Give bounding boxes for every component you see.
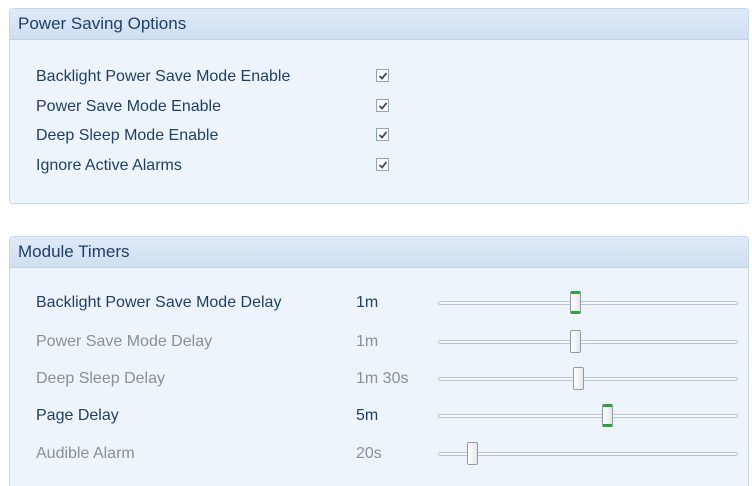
option-row-backlight-power-save: Backlight Power Save Mode Enable <box>10 66 748 90</box>
timer-value: 20s <box>356 445 382 462</box>
timer-value: 1m 30s <box>356 370 409 387</box>
checkmark-icon <box>378 102 388 110</box>
timer-label: Page Delay <box>36 407 119 424</box>
timer-row-backlight-power-save-delay: Backlight Power Save Mode Delay 1m <box>10 291 748 316</box>
slider-thumb[interactable] <box>569 291 581 314</box>
option-label: Deep Sleep Mode Enable <box>36 127 219 144</box>
power-save-checkbox[interactable] <box>376 99 389 112</box>
option-row-power-save: Power Save Mode Enable <box>10 96 748 120</box>
timer-row-deep-sleep-delay: Deep Sleep Delay 1m 30s <box>10 367 748 392</box>
power-saving-options-header: Power Saving Options <box>10 9 748 40</box>
slider-thumb[interactable] <box>602 404 614 427</box>
timer-row-power-save-delay: Power Save Mode Delay 1m <box>10 330 748 355</box>
timer-label: Backlight Power Save Mode Delay <box>36 294 282 311</box>
power-save-delay-slider[interactable] <box>438 330 738 353</box>
option-row-ignore-active-alarms: Ignore Active Alarms <box>10 155 748 179</box>
timer-value: 5m <box>356 407 379 424</box>
backlight-power-save-checkbox[interactable] <box>376 69 389 82</box>
checkmark-icon <box>378 131 388 139</box>
timer-row-audible-alarm: Audible Alarm 20s <box>10 442 748 467</box>
option-label: Backlight Power Save Mode Enable <box>36 68 291 85</box>
timer-value: 1m <box>356 333 379 350</box>
checkmark-icon <box>378 72 388 80</box>
module-timers-panel: Module Timers Backlight Power Save Mode … <box>9 236 749 486</box>
ignore-active-alarms-checkbox[interactable] <box>376 158 389 171</box>
option-label: Power Save Mode Enable <box>36 98 221 115</box>
slider-thumb[interactable] <box>466 442 478 465</box>
option-label: Ignore Active Alarms <box>36 157 182 174</box>
checkmark-icon <box>378 161 388 169</box>
backlight-power-save-delay-slider[interactable] <box>438 291 738 314</box>
timer-value: 1m <box>356 294 379 311</box>
audible-alarm-slider[interactable] <box>438 442 738 465</box>
timer-label: Power Save Mode Delay <box>36 333 213 350</box>
slider-thumb[interactable] <box>572 367 584 390</box>
timer-label: Deep Sleep Delay <box>36 370 165 387</box>
module-timers-header: Module Timers <box>10 237 748 268</box>
deep-sleep-checkbox[interactable] <box>376 128 389 141</box>
timer-label: Audible Alarm <box>36 445 135 462</box>
option-row-deep-sleep: Deep Sleep Mode Enable <box>10 125 748 149</box>
power-saving-options-panel: Power Saving Options Backlight Power Sav… <box>9 8 749 204</box>
deep-sleep-delay-slider[interactable] <box>438 367 738 390</box>
timer-row-page-delay: Page Delay 5m <box>10 404 748 429</box>
page-delay-slider[interactable] <box>438 404 738 427</box>
slider-thumb[interactable] <box>569 330 581 353</box>
